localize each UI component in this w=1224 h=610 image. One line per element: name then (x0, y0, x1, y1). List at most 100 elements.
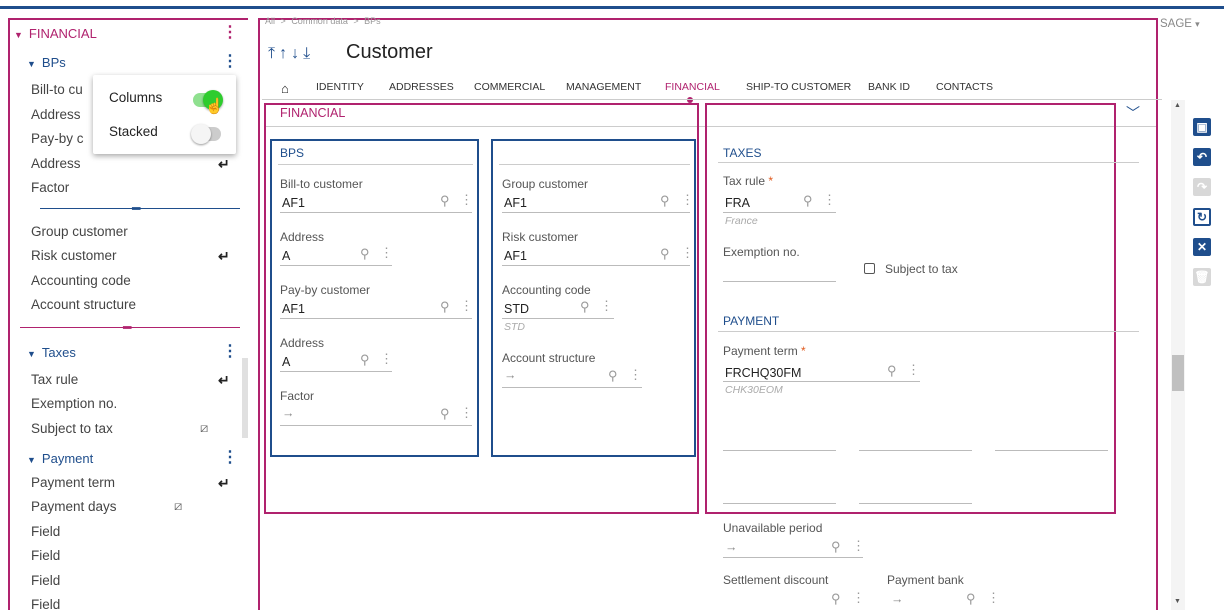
group-customer-field[interactable]: AF1 (504, 196, 527, 210)
kebab-icon[interactable]: ⋮ (460, 192, 473, 208)
search-icon[interactable]: ⚲ (360, 246, 370, 262)
search-icon[interactable]: ⚲ (966, 591, 976, 607)
search-icon[interactable]: ⚲ (440, 299, 450, 315)
exemption-field[interactable] (723, 281, 836, 282)
tab-bank-id[interactable]: BANK ID (868, 81, 910, 93)
sidebar-item-field[interactable]: Field (31, 524, 60, 539)
search-icon[interactable]: ⚲ (580, 299, 590, 315)
empty-field[interactable] (859, 450, 972, 451)
factor-field[interactable]: → (282, 406, 295, 420)
record-navigation-arrows[interactable]: ⤒↑↓⤓ (268, 45, 314, 63)
sidebar-section-financial[interactable]: ▼ FINANCIAL (14, 26, 97, 41)
tab-addresses[interactable]: ADDRESSES (389, 81, 454, 93)
kebab-icon[interactable]: ⋮ (380, 351, 393, 367)
sidebar-item-risk-customer[interactable]: Risk customer (31, 248, 117, 263)
close-icon[interactable]: ✕ (1193, 238, 1211, 256)
refresh-icon[interactable]: ↻ (1193, 208, 1211, 226)
address2-field[interactable]: A (282, 355, 290, 369)
collapse-chevron-icon[interactable]: ﹀ (1126, 103, 1140, 123)
delete-icon[interactable]: 🗑 (1193, 268, 1211, 286)
search-icon[interactable]: ⚲ (660, 246, 670, 262)
search-icon[interactable]: ⚲ (887, 363, 897, 379)
sidebar-item-payment-days[interactable]: Payment days (31, 499, 117, 514)
sidebar-item-pay-by[interactable]: Pay-by c (31, 131, 84, 146)
search-icon[interactable]: ⚲ (608, 368, 618, 384)
user-menu[interactable]: SAGE ▾ (1160, 18, 1200, 30)
kebab-icon[interactable]: ⋮ (681, 245, 694, 261)
payment-bank-field[interactable]: → (891, 592, 904, 606)
tab-contacts[interactable]: CONTACTS (936, 81, 993, 93)
payment-term-field[interactable]: FRCHQ30FM (725, 366, 801, 380)
sidebar-group-taxes[interactable]: ▼ Taxes (27, 345, 76, 360)
breadcrumb-bps[interactable]: BPs (364, 16, 381, 26)
pay-by-field[interactable]: AF1 (282, 302, 305, 316)
sidebar-item-account-structure[interactable]: Account structure (31, 297, 136, 312)
kebab-icon[interactable]: ⋮ (460, 298, 473, 314)
hidden-field-icon[interactable]: ⧄ (174, 498, 182, 514)
home-icon[interactable]: ⌂ (281, 81, 289, 96)
sidebar-item-accounting-code[interactable]: Accounting code (31, 273, 131, 288)
tab-financial[interactable]: FINANCIAL (665, 81, 720, 93)
kebab-icon[interactable]: ⋮ (852, 590, 865, 606)
search-icon[interactable]: ⚲ (831, 539, 841, 555)
search-icon[interactable]: ⚲ (660, 193, 670, 209)
sidebar-item-exemption[interactable]: Exemption no. (31, 396, 117, 411)
empty-field[interactable] (723, 503, 836, 504)
sidebar-item-bill-to[interactable]: Bill-to cu (31, 82, 83, 97)
group-menu-icon[interactable]: ⋮ (222, 344, 238, 360)
sidebar-item-factor[interactable]: Factor (31, 180, 69, 195)
sidebar-scrollbar[interactable] (242, 358, 248, 438)
stacked-toggle[interactable] (191, 124, 221, 144)
tab-management[interactable]: MANAGEMENT (566, 81, 641, 93)
breadcrumb-common-data[interactable]: Common data (291, 16, 348, 26)
kebab-icon[interactable]: ⋮ (987, 590, 1000, 606)
kebab-icon[interactable]: ⋮ (629, 367, 642, 383)
save-icon[interactable]: ▣ (1193, 118, 1211, 136)
hidden-field-icon[interactable]: ⧄ (200, 420, 208, 436)
sidebar-item-group-customer[interactable]: Group customer (31, 224, 128, 239)
tab-commercial[interactable]: COMMERCIAL (474, 81, 545, 93)
sidebar-item-field[interactable]: Field (31, 573, 60, 588)
tab-ship-to-customer[interactable]: SHIP-TO CUSTOMER (746, 81, 851, 93)
drag-handle-icon[interactable]: ═ (132, 202, 141, 214)
kebab-icon[interactable]: ⋮ (600, 298, 613, 314)
sidebar-item-tax-rule[interactable]: Tax rule (31, 372, 78, 387)
bill-to-field[interactable]: AF1 (282, 196, 305, 210)
scroll-up-icon[interactable]: ▲ (1174, 102, 1181, 109)
breadcrumb-all[interactable]: All (265, 16, 275, 26)
sidebar-item-address[interactable]: Address (31, 107, 81, 122)
empty-field[interactable] (859, 503, 972, 504)
account-structure-field[interactable]: → (504, 368, 517, 382)
risk-customer-field[interactable]: AF1 (504, 249, 527, 263)
tab-identity[interactable]: IDENTITY (316, 81, 364, 93)
kebab-icon[interactable]: ⋮ (681, 192, 694, 208)
scroll-down-icon[interactable]: ▼ (1174, 598, 1181, 605)
accounting-code-field[interactable]: STD (504, 302, 529, 316)
kebab-icon[interactable]: ⋮ (852, 538, 865, 554)
sidebar-item-address-2[interactable]: Address (31, 156, 81, 171)
kebab-icon[interactable]: ⋮ (907, 362, 920, 378)
sidebar-group-bps[interactable]: ▼ BPs (27, 55, 66, 70)
address-field[interactable]: A (282, 249, 290, 263)
sidebar-item-field[interactable]: Field (31, 548, 60, 563)
sidebar-item-field[interactable]: Field (31, 597, 60, 610)
empty-field[interactable] (723, 450, 836, 451)
redo-icon[interactable]: ↷ (1193, 178, 1211, 196)
tax-rule-field[interactable]: FRA (725, 196, 750, 210)
main-scrollbar[interactable]: ▲ ▼ (1171, 100, 1185, 610)
sidebar-item-subject-to-tax[interactable]: Subject to tax (31, 421, 113, 436)
group-menu-icon[interactable]: ⋮ (222, 450, 238, 466)
group-menu-icon[interactable]: ⋮ (222, 54, 238, 70)
search-icon[interactable]: ⚲ (440, 406, 450, 422)
right-column-block[interactable] (705, 103, 1116, 514)
section-menu-icon[interactable]: ⋮ (222, 25, 238, 41)
kebab-icon[interactable]: ⋮ (823, 192, 836, 208)
drag-handle-icon[interactable]: ═ (123, 321, 132, 333)
sidebar-item-payment-term[interactable]: Payment term (31, 475, 115, 490)
kebab-icon[interactable]: ⋮ (460, 405, 473, 421)
scroll-thumb[interactable] (1172, 355, 1184, 391)
kebab-icon[interactable]: ⋮ (380, 245, 393, 261)
undo-icon[interactable]: ↶ (1193, 148, 1211, 166)
unavailable-period-field[interactable]: → (725, 540, 738, 554)
sidebar-group-payment[interactable]: ▼ Payment (27, 451, 93, 466)
